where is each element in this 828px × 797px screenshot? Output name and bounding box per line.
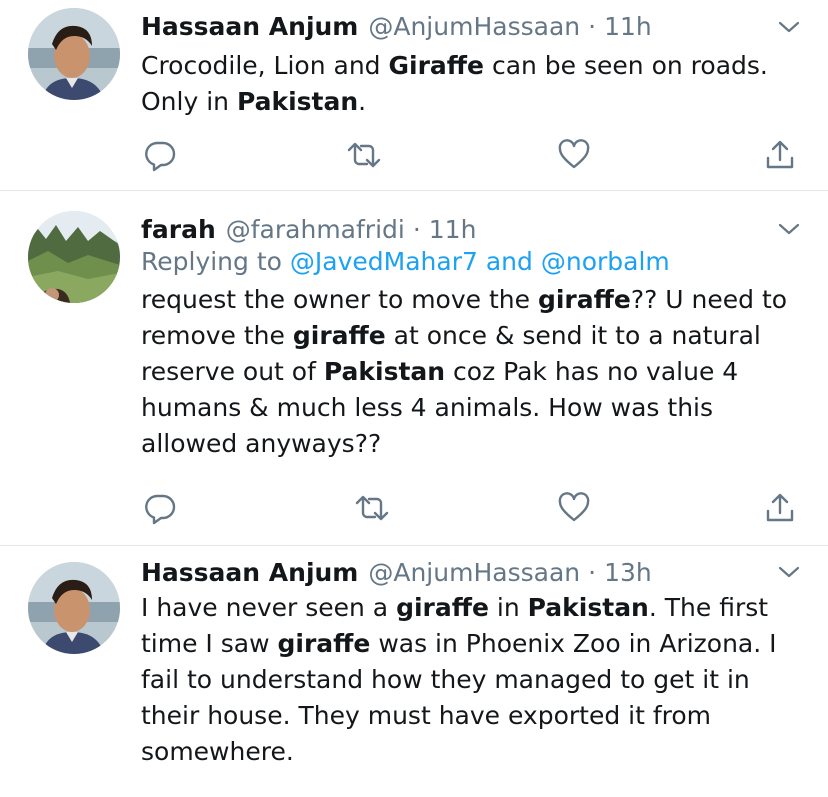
tweet-text-segment: Crocodile, Lion and xyxy=(141,51,389,80)
tweet-text-segment: . xyxy=(358,87,367,116)
tweet-actions xyxy=(140,135,808,175)
tweet[interactable]: Hassaan Anjum @AnjumHassaan · 13h I have… xyxy=(0,546,828,797)
highlighted-keyword: giraffe xyxy=(277,629,371,658)
chevron-down-icon[interactable] xyxy=(774,557,804,587)
like-icon[interactable] xyxy=(554,135,594,175)
tweet-text-segment: request the owner to move the xyxy=(141,285,538,314)
tweet-text: Crocodile, Lion and Giraffe can be seen … xyxy=(141,48,800,120)
retweet-icon[interactable] xyxy=(352,488,392,528)
tweet-text-segment: I have never seen a xyxy=(141,593,397,622)
display-name[interactable]: farah xyxy=(141,215,216,244)
highlighted-keyword: giraffe xyxy=(396,593,489,622)
tweet-text: I have never seen a giraffe in Pakistan.… xyxy=(141,590,800,770)
timestamp[interactable]: 13h xyxy=(604,558,652,587)
tweet-header: Hassaan Anjum @AnjumHassaan · 13h xyxy=(141,554,798,590)
display-name[interactable]: Hassaan Anjum xyxy=(141,12,358,41)
tweet[interactable]: farah @farahmafridi · 11h Replying to @J… xyxy=(0,191,828,546)
tweet-header: farah @farahmafridi · 11h xyxy=(141,211,798,247)
tweet[interactable]: Hassaan Anjum @AnjumHassaan · 11h Crocod… xyxy=(0,0,828,191)
replying-to: Replying to @JavedMahar7 and @norbalm xyxy=(141,247,670,276)
like-icon[interactable] xyxy=(554,488,594,528)
separator-dot: · xyxy=(588,557,597,587)
separator-dot: · xyxy=(588,11,597,41)
avatar[interactable] xyxy=(28,8,120,100)
highlighted-keyword: Pakistan xyxy=(527,593,649,622)
tweet-text: request the owner to move the giraffe?? … xyxy=(141,282,800,462)
tweet-header: Hassaan Anjum @AnjumHassaan · 11h xyxy=(141,8,798,44)
replying-to-joiner: and xyxy=(485,247,533,276)
replying-to-prefix: Replying to xyxy=(141,247,282,276)
tweet-text-segment: in xyxy=(488,593,528,622)
chevron-down-icon[interactable] xyxy=(774,214,804,244)
mention-link[interactable]: @norbalm xyxy=(541,247,670,276)
chevron-down-icon[interactable] xyxy=(774,12,804,42)
highlighted-keyword: Pakistan xyxy=(236,87,359,116)
user-handle[interactable]: @AnjumHassaan xyxy=(368,558,580,587)
avatar[interactable] xyxy=(28,562,120,654)
separator-dot: · xyxy=(412,214,421,244)
user-handle[interactable]: @farahmafridi xyxy=(226,215,405,244)
reply-icon[interactable] xyxy=(140,135,180,175)
highlighted-keyword: giraffe xyxy=(537,285,631,314)
highlighted-keyword: Giraffe xyxy=(388,51,485,80)
share-icon[interactable] xyxy=(760,135,800,175)
retweet-icon[interactable] xyxy=(344,135,384,175)
timestamp[interactable]: 11h xyxy=(604,12,652,41)
timestamp[interactable]: 11h xyxy=(429,215,477,244)
highlighted-keyword: giraffe xyxy=(292,321,386,350)
user-handle[interactable]: @AnjumHassaan xyxy=(368,12,580,41)
reply-icon[interactable] xyxy=(140,488,180,528)
mention-link[interactable]: @JavedMahar7 xyxy=(290,247,478,276)
tweet-actions xyxy=(140,488,808,528)
display-name[interactable]: Hassaan Anjum xyxy=(141,558,358,587)
share-icon[interactable] xyxy=(760,488,800,528)
highlighted-keyword: Pakistan xyxy=(323,357,446,386)
avatar[interactable] xyxy=(28,211,120,303)
